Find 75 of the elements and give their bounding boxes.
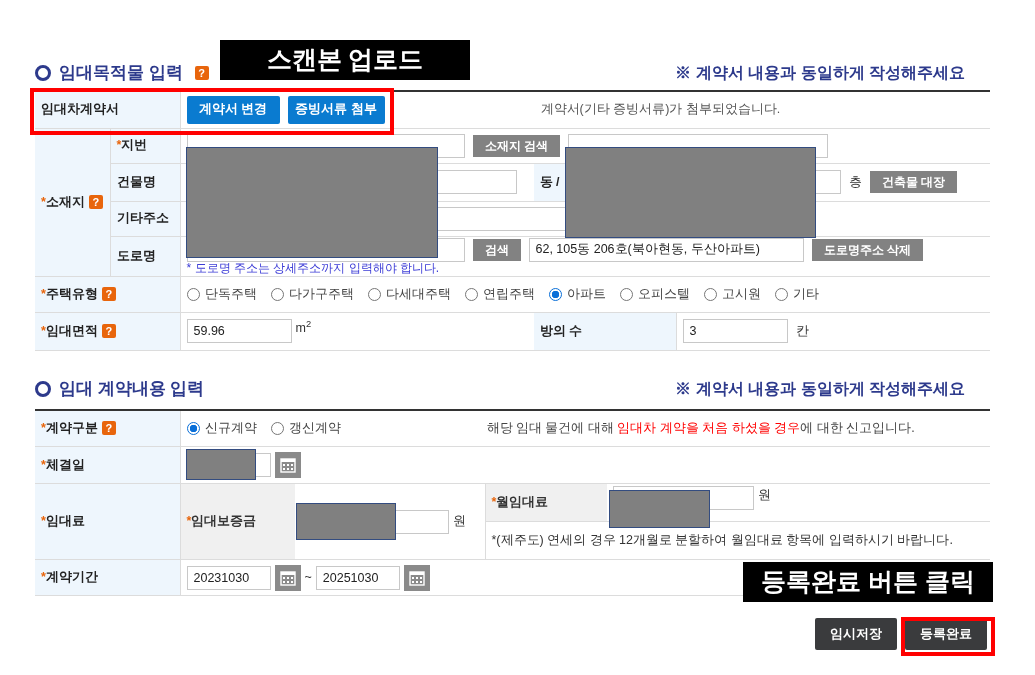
field-label: 방의 수 bbox=[539, 322, 582, 340]
radio-button[interactable] bbox=[186, 421, 200, 435]
attach-button[interactable]: 증빙서류 첨부 bbox=[287, 95, 385, 124]
field-label: 기타주소 bbox=[116, 210, 169, 228]
radio-button[interactable] bbox=[774, 287, 788, 301]
radio-label: 아파트 bbox=[566, 285, 606, 303]
notice-message: 해당 임대 물건에 대해 임대차 계약을 처음 하셨을 경우에 대한 신고입니다. bbox=[486, 419, 915, 437]
unit-label: 층 bbox=[848, 173, 862, 191]
unit-label: m$^{2}$ bbox=[295, 318, 312, 337]
radio-label: 기타 bbox=[792, 285, 819, 303]
save-draft-button[interactable]: 임시저장 bbox=[815, 618, 897, 650]
field-label: 임대차계약서 bbox=[41, 102, 119, 117]
registry-button[interactable]: 건축물 대장 bbox=[869, 171, 957, 193]
section-title: 임대 계약내용 입력 bbox=[59, 377, 205, 400]
delete-button[interactable]: 도로명주소 삭제 bbox=[811, 238, 923, 261]
field-label: *지번 bbox=[116, 137, 148, 155]
calendar-icon[interactable] bbox=[403, 564, 430, 591]
redaction-overlay bbox=[186, 449, 256, 480]
annotation-label: 스캔본 업로드 bbox=[220, 40, 470, 80]
unit-label: 원 bbox=[757, 487, 771, 504]
calendar-icon[interactable] bbox=[274, 452, 301, 478]
radio-label: 단독주택 bbox=[204, 285, 257, 303]
hint-text: * 도로명 주소는 상세주소까지 입력해야 합니다. bbox=[186, 261, 441, 275]
help-icon[interactable]: ? bbox=[101, 287, 116, 301]
help-icon[interactable]: ? bbox=[88, 195, 103, 209]
field-label: *임대보증금 bbox=[186, 513, 257, 531]
calendar-icon[interactable] bbox=[274, 564, 301, 591]
radio-label: 오피스텔 bbox=[637, 285, 690, 303]
input-field[interactable]: 20251030 bbox=[315, 565, 400, 590]
radio-button[interactable] bbox=[270, 287, 284, 301]
radio-button[interactable] bbox=[367, 287, 381, 301]
help-icon[interactable]: ? bbox=[101, 324, 116, 338]
field-label: *소재지 bbox=[41, 193, 85, 211]
radio-label: 다가구주택 bbox=[288, 285, 354, 303]
radio-button[interactable] bbox=[619, 287, 633, 301]
field-label: *계약구분 bbox=[41, 419, 98, 437]
field-label: *임대면적 bbox=[41, 322, 98, 340]
radio-label: 갱신계약 bbox=[288, 419, 341, 437]
section-title: 임대목적물 입력 bbox=[59, 62, 183, 85]
notice-text: ※ 계약서 내용과 동일하게 작성해주세요 bbox=[675, 378, 965, 399]
input-field[interactable]: 62, 105동 206호(북아현동, 두산아파트) bbox=[528, 237, 804, 262]
radio-label: 신규계약 bbox=[204, 419, 257, 437]
help-icon[interactable]: ? bbox=[194, 66, 209, 80]
annotation-label: 등록완료 버튼 클릭 bbox=[743, 562, 993, 602]
radio-label: 다세대주택 bbox=[385, 285, 451, 303]
radio-button[interactable] bbox=[703, 287, 717, 301]
circle-icon bbox=[35, 380, 51, 397]
field-label: 도로명 bbox=[116, 247, 156, 265]
status-message: 계약서(기타 증빙서류)가 첨부되었습니다. bbox=[540, 101, 781, 119]
circle-icon bbox=[35, 65, 51, 81]
unit-label: 원 bbox=[452, 513, 466, 531]
field-label: 건물명 bbox=[116, 173, 156, 191]
search-button[interactable]: 소재지 검색 bbox=[472, 134, 560, 157]
separator-text: ~ bbox=[304, 569, 312, 587]
field-label: *월임대료 bbox=[491, 494, 549, 512]
search-button[interactable]: 검색 bbox=[472, 238, 521, 261]
field-label: 동 / bbox=[539, 173, 560, 191]
notice-text: ※ 계약서 내용과 동일하게 작성해주세요 bbox=[675, 63, 965, 83]
input-field[interactable]: 59.96 bbox=[186, 319, 292, 343]
field-label: *임대료 bbox=[41, 513, 85, 531]
radio-label: 고시원 bbox=[721, 285, 761, 303]
input-field[interactable]: 20231030 bbox=[186, 565, 271, 590]
unit-label: 칸 bbox=[795, 322, 809, 340]
radio-button[interactable] bbox=[548, 287, 562, 301]
radio-label: 연립주택 bbox=[482, 285, 535, 303]
radio-button[interactable] bbox=[270, 421, 284, 435]
field-label: *계약기간 bbox=[41, 569, 98, 587]
radio-button[interactable] bbox=[186, 287, 200, 301]
input-field[interactable]: 3 bbox=[682, 319, 788, 343]
field-label: *주택유형 bbox=[41, 285, 98, 303]
radio-button[interactable] bbox=[464, 287, 478, 301]
help-icon[interactable]: ? bbox=[101, 421, 116, 436]
change-button[interactable]: 계약서 변경 bbox=[186, 95, 280, 124]
note-text: *(제주도) 연세의 경우 12개월로 분할하여 월임대료 항목에 입력하시기 바랍니다. bbox=[491, 532, 953, 550]
field-label: *체결일 bbox=[41, 456, 85, 474]
